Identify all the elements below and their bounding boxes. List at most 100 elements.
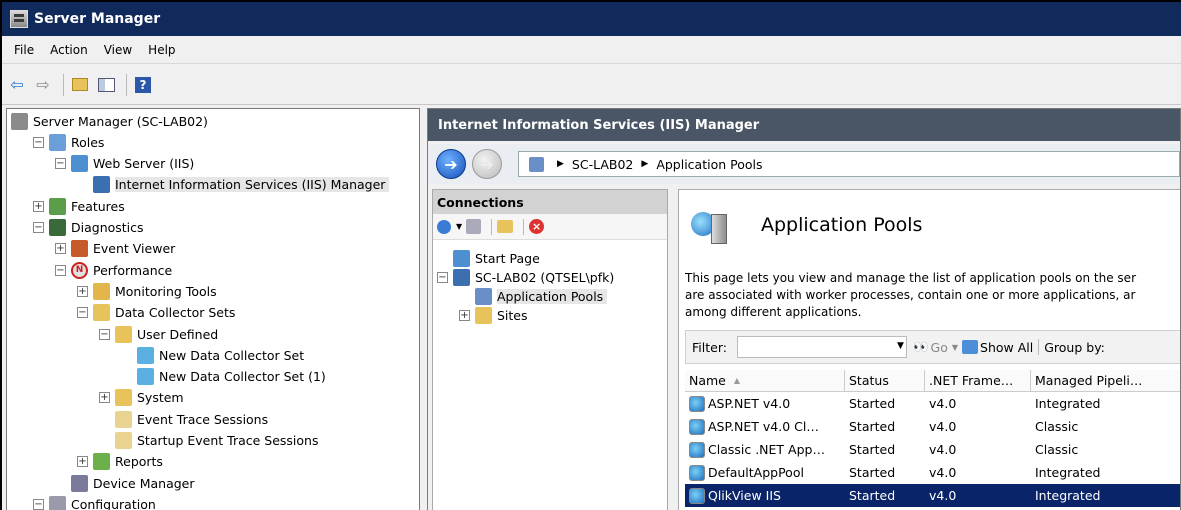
show-all-button[interactable]: Show All <box>980 340 1033 355</box>
tree-item[interactable]: + Reports <box>77 452 163 472</box>
tree-item[interactable]: − Configuration <box>33 494 156 510</box>
forward-arrow-icon[interactable]: ⇨ <box>32 74 54 96</box>
expand-icon[interactable]: + <box>55 243 66 255</box>
collapse-icon[interactable]: − <box>33 222 44 233</box>
go-button[interactable]: Go <box>931 340 948 355</box>
tree-item[interactable]: Server Manager (SC-LAB02) <box>11 111 208 131</box>
expand-icon[interactable]: + <box>459 309 470 321</box>
trace-icon <box>115 410 132 428</box>
app-pool-row[interactable]: ASP.NET v4.0 Started v4.0 Integrated <box>685 392 1180 415</box>
tree-item-label: Data Collector Sets <box>115 305 236 321</box>
tree-item-label: Monitoring Tools <box>115 283 217 299</box>
app-pool-row[interactable]: DefaultAppPool Started v4.0 Integrated <box>685 461 1180 484</box>
expand-icon[interactable]: + <box>77 285 88 297</box>
breadcrumb[interactable]: ▶ SC-LAB02 ▶ Application Pools <box>518 151 1180 177</box>
app-pool-row[interactable]: ASP.NET v4.0 Cl… Started v4.0 Classic <box>685 415 1180 438</box>
expand-icon[interactable]: + <box>77 456 88 468</box>
up-folder-icon[interactable] <box>497 220 514 233</box>
server-manager-window: Server Manager File Action View Help ⇦ ⇨… <box>2 2 1181 510</box>
connection-tree-item[interactable]: − SC-LAB02 (QTSEL\pfk) <box>437 267 614 287</box>
menu-view[interactable]: View <box>96 43 140 57</box>
tree-item[interactable]: − Diagnostics <box>33 218 144 238</box>
app-pool-icon <box>689 418 705 435</box>
connect-icon[interactable] <box>437 219 451 234</box>
folder-icon <box>93 304 110 322</box>
show-hide-tree-icon[interactable] <box>95 74 117 96</box>
delete-connection-icon[interactable]: × <box>529 219 545 234</box>
connections-pane: Connections ▼ × Start Page − SC-LAB02 (QTS… <box>432 189 668 510</box>
breadcrumb-app-pools[interactable]: Application Pools <box>656 157 762 172</box>
app-pool-net-cell: v4.0 <box>929 419 957 434</box>
tree-item[interactable]: − Web Server (IIS) <box>55 154 194 174</box>
tree-item[interactable]: Device Manager <box>55 473 195 493</box>
tree-item-label: Reports <box>115 454 163 470</box>
sites-icon <box>475 306 492 324</box>
collapse-icon[interactable]: − <box>33 136 44 148</box>
expand-icon[interactable]: + <box>99 392 110 404</box>
tree-item[interactable]: − Data Collector Sets <box>77 303 235 323</box>
menu-bar: File Action View Help <box>2 36 1181 64</box>
tree-item[interactable]: Internet Information Services (IIS) Mana… <box>77 175 390 195</box>
help-icon[interactable]: ? <box>132 74 154 96</box>
connection-tree-label: SC-LAB02 (QTSEL\pfk) <box>475 269 615 285</box>
collector-running-icon <box>137 346 154 364</box>
grid-rows: ASP.NET v4.0 Started v4.0 Integrated ASP.NET… <box>685 392 1180 507</box>
collapse-icon[interactable]: − <box>33 498 44 510</box>
up-folder-icon[interactable] <box>69 74 91 96</box>
menu-action[interactable]: Action <box>42 43 96 57</box>
tree-item-label: Event Trace Sessions <box>137 411 269 427</box>
forward-button[interactable]: ➔ <box>472 149 502 179</box>
app-pool-row[interactable]: Classic .NET App… Started v4.0 Classic <box>685 438 1180 461</box>
app-pool-row[interactable]: QlikView IIS Started v4.0 Integrated <box>685 484 1180 507</box>
collapse-icon[interactable]: − <box>77 307 88 319</box>
tree-item[interactable]: − N Performance <box>55 260 172 280</box>
features-icon <box>49 197 66 215</box>
tree-item-label: Internet Information Services (IIS) Mana… <box>115 177 390 193</box>
tree-item[interactable]: New Data Collector Set <box>121 345 304 365</box>
column-header-net-framework[interactable]: .NET Frame… <box>925 370 1031 391</box>
expand-icon[interactable]: + <box>33 200 44 212</box>
tree-item[interactable]: − User Defined <box>99 324 218 344</box>
group-by-label[interactable]: Group by: <box>1044 340 1105 355</box>
show-all-icon[interactable] <box>962 340 979 354</box>
connection-tree-item[interactable]: Start Page <box>437 248 540 268</box>
tree-item[interactable]: + Monitoring Tools <box>77 281 217 301</box>
tree-item[interactable]: − Roles <box>33 132 104 152</box>
column-header-status[interactable]: Status <box>845 370 925 391</box>
description-line: are associated with worker processes, co… <box>685 288 1136 302</box>
filter-input[interactable]: ▼ <box>736 336 907 358</box>
chevron-down-icon[interactable]: ▼ <box>952 343 958 352</box>
app-pool-icon <box>689 487 705 504</box>
tree-item[interactable]: New Data Collector Set (1) <box>121 367 326 387</box>
binoculars-icon[interactable]: 👀 <box>913 339 929 355</box>
app-pool-name-cell: DefaultAppPool <box>685 464 845 481</box>
menu-help[interactable]: Help <box>140 43 183 57</box>
column-header-name[interactable]: Name ▲ <box>685 370 845 391</box>
back-arrow-icon[interactable]: ⇦ <box>6 74 28 96</box>
tree-item[interactable]: + System <box>99 388 184 408</box>
tree-item-label: Roles <box>71 134 105 150</box>
collapse-icon[interactable]: − <box>55 158 66 170</box>
tree-item[interactable]: Startup Event Trace Sessions <box>99 431 319 451</box>
tree-item-label: New Data Collector Set (1) <box>159 369 326 385</box>
tree-item[interactable]: + Features <box>33 196 125 216</box>
chevron-down-icon[interactable]: ▼ <box>897 341 904 351</box>
connection-tree-item[interactable]: Application Pools <box>459 286 608 306</box>
collapse-icon[interactable]: − <box>437 271 448 283</box>
collapse-icon[interactable]: − <box>99 328 110 340</box>
tree-item[interactable]: + Event Viewer <box>55 239 175 259</box>
column-header-managed-pipeline[interactable]: Managed Pipeli… <box>1031 370 1180 391</box>
breadcrumb-server[interactable]: SC-LAB02 <box>572 157 633 172</box>
connection-tree-label: Application Pools <box>497 288 608 304</box>
tree-item-label: New Data Collector Set <box>159 347 305 363</box>
tree-item[interactable]: Event Trace Sessions <box>99 409 268 429</box>
chevron-down-icon[interactable]: ▼ <box>456 222 462 231</box>
back-button[interactable]: ➔ <box>436 149 466 179</box>
toolbar-separator <box>63 73 64 96</box>
save-icon[interactable] <box>466 219 482 234</box>
server-node-icon <box>453 268 470 286</box>
collapse-icon[interactable]: − <box>55 264 66 276</box>
app-pool-pipeline-cell: Integrated <box>1035 488 1101 503</box>
connection-tree-item[interactable]: + Sites <box>459 305 528 325</box>
menu-file[interactable]: File <box>6 43 42 57</box>
